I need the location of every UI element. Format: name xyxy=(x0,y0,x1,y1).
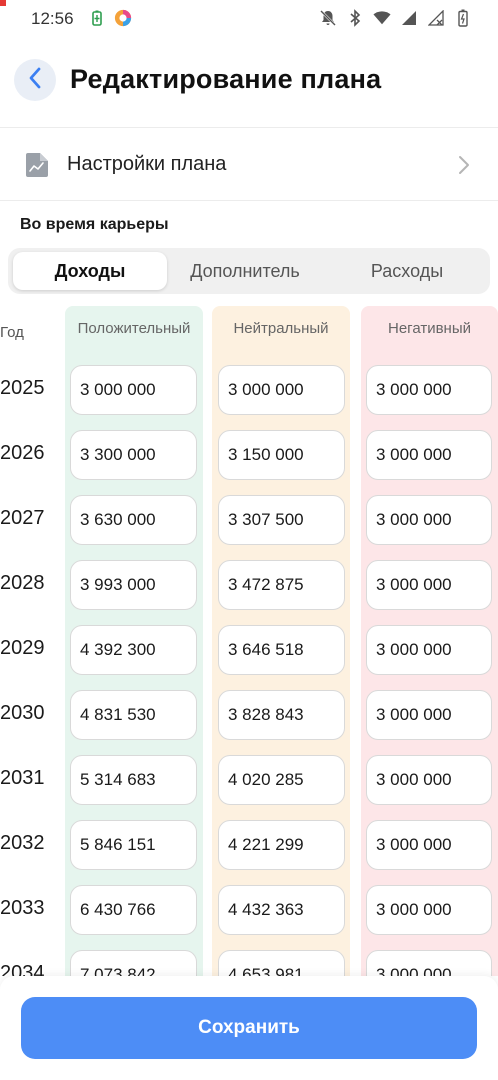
neutral-value-field[interactable]: 3 828 843 xyxy=(218,690,345,740)
positive-value-field[interactable]: 3 300 000 xyxy=(70,430,197,480)
year-label: 2033 xyxy=(0,897,45,919)
neutral-value-field[interactable]: 3 000 000 xyxy=(218,365,345,415)
tab-additional[interactable]: Дополнитель xyxy=(170,252,320,290)
year-label: 2032 xyxy=(0,832,45,854)
negative-value-field[interactable]: 3 000 000 xyxy=(366,430,492,480)
battery-saver-icon xyxy=(88,9,106,27)
app-notification-icon xyxy=(114,9,132,27)
section-title: Во время карьеры xyxy=(20,216,169,233)
positive-value-field[interactable]: 4 392 300 xyxy=(70,625,197,675)
year-label: 2031 xyxy=(0,767,45,789)
tab-income[interactable]: Доходы xyxy=(13,252,167,290)
bluetooth-icon xyxy=(346,9,364,27)
signal-icon xyxy=(400,9,418,27)
back-button[interactable] xyxy=(14,59,56,101)
negative-value-field[interactable]: 3 000 000 xyxy=(366,365,492,415)
negative-value-field[interactable]: 3 000 000 xyxy=(366,560,492,610)
back-arrow-icon xyxy=(28,67,42,94)
divider xyxy=(0,200,498,201)
tab-bar: Доходы Дополнитель Расходы xyxy=(8,248,490,294)
status-bar: 12:56 xyxy=(0,0,498,38)
year-label: 2029 xyxy=(0,637,45,659)
neutral-value-field[interactable]: 4 221 299 xyxy=(218,820,345,870)
positive-value-field[interactable]: 3 000 000 xyxy=(70,365,197,415)
negative-value-field[interactable]: 3 000 000 xyxy=(366,755,492,805)
negative-value-field[interactable]: 3 000 000 xyxy=(366,625,492,675)
positive-value-field[interactable]: 3 630 000 xyxy=(70,495,197,545)
year-label: 2030 xyxy=(0,702,45,724)
positive-value-field[interactable]: 3 993 000 xyxy=(70,560,197,610)
bottom-action-bar: Сохранить xyxy=(0,976,498,1080)
wifi-icon xyxy=(373,9,391,27)
chart-document-icon xyxy=(24,151,50,179)
page-title: Редактирование плана xyxy=(70,64,382,94)
negative-value-field[interactable]: 3 000 000 xyxy=(366,820,492,870)
tab-expenses[interactable]: Расходы xyxy=(328,252,486,290)
negative-value-field[interactable]: 3 000 000 xyxy=(366,690,492,740)
positive-value-field[interactable]: 4 831 530 xyxy=(70,690,197,740)
neutral-value-field[interactable]: 4 653 981 xyxy=(218,950,345,976)
plan-settings-label: Настройки плана xyxy=(67,153,227,175)
recording-indicator xyxy=(0,0,6,6)
positive-value-field[interactable]: 5 314 683 xyxy=(70,755,197,805)
neutral-column-header: Нейтральный xyxy=(233,320,329,337)
year-column-header: Год xyxy=(0,324,24,341)
negative-column-header: Негативный xyxy=(388,320,471,337)
positive-column-header: Положительный xyxy=(77,320,191,337)
status-time: 12:56 xyxy=(31,9,74,28)
negative-value-field[interactable]: 3 000 000 xyxy=(366,495,492,545)
battery-icon xyxy=(454,9,472,27)
year-label: 2027 xyxy=(0,507,45,529)
year-label: 2026 xyxy=(0,442,45,464)
neutral-value-field[interactable]: 4 432 363 xyxy=(218,885,345,935)
forecast-table: Год Положительный Нейтральный Негативный… xyxy=(0,306,498,976)
divider xyxy=(0,127,498,128)
neutral-value-field[interactable]: 3 472 875 xyxy=(218,560,345,610)
chevron-right-icon xyxy=(458,155,470,175)
neutral-value-field[interactable]: 3 307 500 xyxy=(218,495,345,545)
negative-value-field[interactable]: 3 000 000 xyxy=(366,950,492,976)
positive-value-field[interactable]: 5 846 151 xyxy=(70,820,197,870)
neutral-value-field[interactable]: 3 646 518 xyxy=(218,625,345,675)
plan-settings-row[interactable]: Настройки плана xyxy=(0,131,498,199)
neutral-value-field[interactable]: 4 020 285 xyxy=(218,755,345,805)
signal-icon xyxy=(427,9,445,27)
year-label: 2028 xyxy=(0,572,45,594)
negative-value-field[interactable]: 3 000 000 xyxy=(366,885,492,935)
neutral-value-field[interactable]: 3 150 000 xyxy=(218,430,345,480)
year-label: 2025 xyxy=(0,377,45,399)
year-label: 2034 xyxy=(0,962,45,976)
mute-icon xyxy=(319,9,337,27)
save-button[interactable]: Сохранить xyxy=(21,997,477,1059)
positive-value-field[interactable]: 6 430 766 xyxy=(70,885,197,935)
header: Редактирование плана xyxy=(0,50,498,110)
positive-value-field[interactable]: 7 073 842 xyxy=(70,950,197,976)
